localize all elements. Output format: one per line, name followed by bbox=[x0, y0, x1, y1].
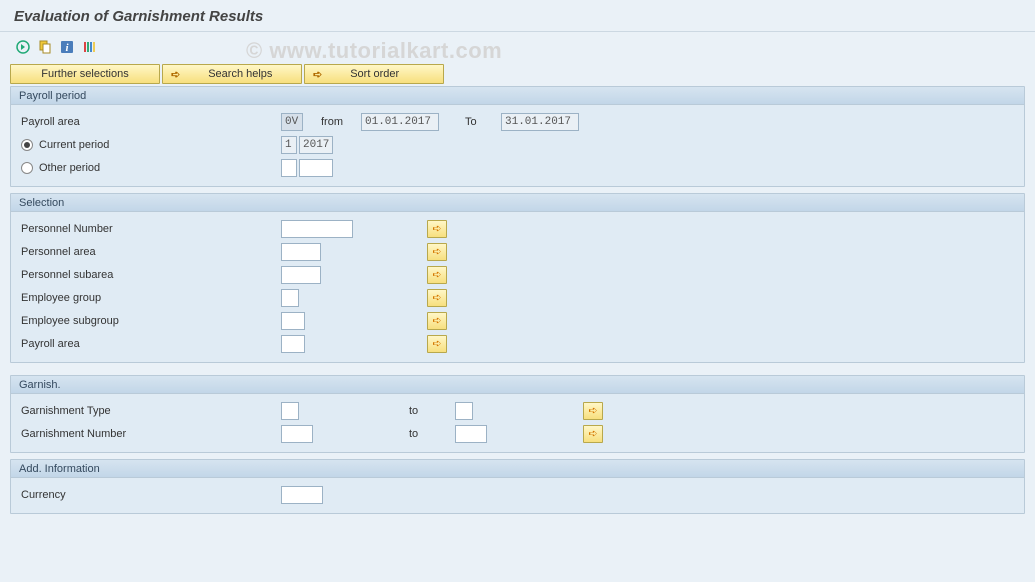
personnel-area-row: Personnel area ➪ bbox=[21, 241, 1014, 263]
toolbar: i bbox=[0, 32, 1035, 64]
sort-order-label: Sort order bbox=[350, 68, 399, 80]
garnishment-type-row: Garnishment Type to ➪ bbox=[21, 400, 1014, 422]
search-helps-label: Search helps bbox=[208, 68, 272, 80]
current-period-radio[interactable] bbox=[21, 139, 33, 151]
information-icon[interactable]: i bbox=[58, 38, 76, 56]
execute-icon[interactable] bbox=[14, 38, 32, 56]
personnel-number-row: Personnel Number ➪ bbox=[21, 218, 1014, 240]
from-date-input bbox=[361, 113, 439, 131]
garnishment-number-from-input[interactable] bbox=[281, 425, 313, 443]
search-helps-button[interactable]: ➪ Search helps bbox=[162, 64, 302, 84]
garnishment-type-label: Garnishment Type bbox=[21, 405, 281, 417]
employee-subgroup-input[interactable] bbox=[281, 312, 305, 330]
sel-payroll-area-label: Payroll area bbox=[21, 338, 281, 350]
page-title: Evaluation of Garnishment Results bbox=[14, 8, 1021, 25]
selection-group: Selection Personnel Number ➪ Personnel a… bbox=[10, 193, 1025, 363]
current-period-option[interactable]: Current period bbox=[21, 139, 281, 151]
color-legend-icon[interactable] bbox=[80, 38, 98, 56]
other-period-num-input[interactable] bbox=[281, 159, 297, 177]
current-period-label: Current period bbox=[39, 139, 109, 151]
employee-group-input[interactable] bbox=[281, 289, 299, 307]
further-selections-label: Further selections bbox=[41, 68, 128, 80]
garnishment-type-to-label: to bbox=[409, 405, 455, 417]
personnel-subarea-label: Personnel subarea bbox=[21, 269, 281, 281]
employee-group-label: Employee group bbox=[21, 292, 281, 304]
garnishment-number-row: Garnishment Number to ➪ bbox=[21, 423, 1014, 445]
currency-label: Currency bbox=[21, 489, 281, 501]
garnish-group: Garnish. Garnishment Type to ➪ Garnishme… bbox=[10, 375, 1025, 453]
add-info-title: Add. Information bbox=[11, 460, 1024, 478]
add-info-group: Add. Information Currency bbox=[10, 459, 1025, 514]
current-period-num-input bbox=[281, 136, 297, 154]
garnish-title: Garnish. bbox=[11, 376, 1024, 394]
garnishment-number-label: Garnishment Number bbox=[21, 428, 281, 440]
employee-subgroup-multi-button[interactable]: ➪ bbox=[427, 312, 447, 330]
garnishment-type-multi-button[interactable]: ➪ bbox=[583, 402, 603, 420]
selection-title: Selection bbox=[11, 194, 1024, 212]
personnel-area-input[interactable] bbox=[281, 243, 321, 261]
personnel-subarea-row: Personnel subarea ➪ bbox=[21, 264, 1014, 286]
currency-input[interactable] bbox=[281, 486, 323, 504]
other-period-radio[interactable] bbox=[21, 162, 33, 174]
further-selections-button[interactable]: Further selections bbox=[10, 64, 160, 84]
garnishment-type-from-input[interactable] bbox=[281, 402, 299, 420]
sel-payroll-area-multi-button[interactable]: ➪ bbox=[427, 335, 447, 353]
payroll-area-input[interactable] bbox=[281, 113, 303, 131]
personnel-area-label: Personnel area bbox=[21, 246, 281, 258]
payroll-area-row: Payroll area from To bbox=[21, 111, 1014, 133]
sort-order-button[interactable]: ➪ Sort order bbox=[304, 64, 444, 84]
garnishment-number-multi-button[interactable]: ➪ bbox=[583, 425, 603, 443]
current-period-row: Current period bbox=[21, 134, 1014, 156]
garnishment-number-to-label: to bbox=[409, 428, 455, 440]
personnel-subarea-input[interactable] bbox=[281, 266, 321, 284]
other-period-row: Other period bbox=[21, 157, 1014, 179]
personnel-area-multi-button[interactable]: ➪ bbox=[427, 243, 447, 261]
to-date-input bbox=[501, 113, 579, 131]
employee-subgroup-label: Employee subgroup bbox=[21, 315, 281, 327]
employee-subgroup-row: Employee subgroup ➪ bbox=[21, 310, 1014, 332]
personnel-number-multi-button[interactable]: ➪ bbox=[427, 220, 447, 238]
title-bar: Evaluation of Garnishment Results bbox=[0, 0, 1035, 32]
sel-payroll-area-row: Payroll area ➪ bbox=[21, 333, 1014, 355]
other-period-year-input[interactable] bbox=[299, 159, 333, 177]
other-period-label: Other period bbox=[39, 162, 100, 174]
current-period-year-input bbox=[299, 136, 333, 154]
selection-button-row: Further selections ➪ Search helps ➪ Sort… bbox=[10, 64, 1025, 84]
personnel-number-label: Personnel Number bbox=[21, 223, 281, 235]
payroll-area-label: Payroll area bbox=[21, 116, 281, 128]
to-label: To bbox=[465, 116, 501, 128]
from-label: from bbox=[321, 116, 361, 128]
payroll-period-group: Payroll period Payroll area from To Curr… bbox=[10, 86, 1025, 187]
employee-group-multi-button[interactable]: ➪ bbox=[427, 289, 447, 307]
garnishment-type-to-input[interactable] bbox=[455, 402, 473, 420]
variant-icon[interactable] bbox=[36, 38, 54, 56]
payroll-period-title: Payroll period bbox=[11, 87, 1024, 105]
employee-group-row: Employee group ➪ bbox=[21, 287, 1014, 309]
currency-row: Currency bbox=[21, 484, 1014, 506]
personnel-number-input[interactable] bbox=[281, 220, 353, 238]
sel-payroll-area-input[interactable] bbox=[281, 335, 305, 353]
personnel-subarea-multi-button[interactable]: ➪ bbox=[427, 266, 447, 284]
garnishment-number-to-input[interactable] bbox=[455, 425, 487, 443]
other-period-option[interactable]: Other period bbox=[21, 162, 281, 174]
